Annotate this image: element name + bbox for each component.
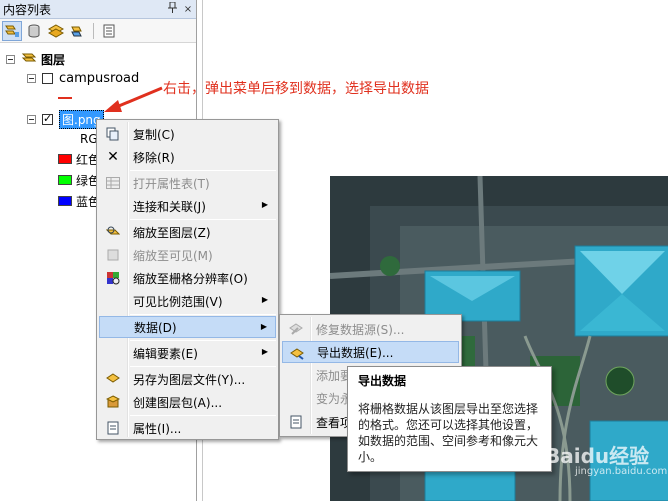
watermark-url: jingyan.baidu.com xyxy=(575,466,668,477)
submenu-arrow-icon: ▶ xyxy=(261,295,268,304)
list-by-source-icon[interactable] xyxy=(24,21,44,41)
annotation-text: 右击，弹出菜单后移到数据，选择导出数据 xyxy=(163,81,429,97)
list-by-drawing-order-icon[interactable] xyxy=(2,20,22,41)
remove-icon: ✕ xyxy=(107,149,119,165)
menu-item-label: 可见比例范围(V) xyxy=(133,294,223,309)
panel-title: 内容列表 xyxy=(3,2,52,17)
menu-separator xyxy=(130,340,276,341)
menu-separator xyxy=(130,314,276,315)
document-icon xyxy=(288,414,304,430)
menu-separator xyxy=(130,415,276,416)
menu-item-label: 缩放至图层(Z) xyxy=(133,225,211,240)
submenu-item-label: 导出数据(E)... xyxy=(317,345,394,360)
repair-data-source-icon xyxy=(288,321,304,337)
legend-item-red: 红色 xyxy=(58,150,100,168)
tree-root-layers[interactable]: 图层 xyxy=(6,50,65,68)
copy-icon xyxy=(105,126,121,142)
menu-item-label: 连接和关联(J) xyxy=(133,199,206,214)
list-by-selection-icon[interactable] xyxy=(68,21,88,41)
menu-item-zoom-to-raster-resolution[interactable]: 缩放至栅格分辨率(O) xyxy=(99,267,276,289)
menu-item-label: 缩放至栅格分辨率(O) xyxy=(133,271,248,286)
color-swatch xyxy=(58,175,72,185)
raster-resolution-icon xyxy=(105,270,121,286)
menu-item-label: 移除(R) xyxy=(133,150,175,165)
layer-package-icon xyxy=(105,394,121,410)
zoom-layer-icon xyxy=(105,224,121,240)
submenu-item-label: 修复数据源(S)... xyxy=(316,322,405,337)
toc-toolbar xyxy=(0,19,196,43)
submenu-arrow-icon: ▶ xyxy=(260,322,267,331)
menu-item-zoom-to-layer[interactable]: 缩放至图层(Z) xyxy=(99,221,276,243)
menu-item-label: 另存为图层文件(Y)... xyxy=(133,372,246,387)
watermark-logo: Baidu经验 xyxy=(545,444,650,468)
menu-item-label: 创建图层包(A)... xyxy=(133,395,223,410)
menu-item-data[interactable]: 数据(D) ▶ xyxy=(99,316,276,338)
menu-item-label: 打开属性表(T) xyxy=(133,176,210,191)
menu-separator xyxy=(130,170,276,171)
menu-item-label: 属性(I)... xyxy=(133,421,182,436)
annotation-arrow xyxy=(104,86,163,112)
menu-item-create-layer-package[interactable]: 创建图层包(A)... xyxy=(99,391,276,413)
color-swatch xyxy=(58,196,72,206)
menu-item-open-attribute-table: 打开属性表(T) xyxy=(99,172,276,194)
menu-item-edit-features[interactable]: 编辑要素(E) ▶ xyxy=(99,342,276,364)
line-symbol-icon xyxy=(58,97,72,99)
tooltip-body: 将栅格数据从该图层导出至您选择的格式。您还可以选择其他设置，如数据的范围、空间参… xyxy=(358,402,539,464)
menu-item-joins-relates[interactable]: 连接和关联(J) ▶ xyxy=(99,195,276,217)
menu-item-properties[interactable]: 属性(I)... xyxy=(99,417,276,439)
pin-icon[interactable] xyxy=(164,1,180,16)
rgb-label: RG xyxy=(80,132,98,146)
submenu-arrow-icon: ▶ xyxy=(261,347,268,356)
menu-item-remove[interactable]: ✕ 移除(R) xyxy=(99,146,276,168)
properties-icon xyxy=(105,420,121,436)
menu-item-save-as-layer-file[interactable]: 另存为图层文件(Y)... xyxy=(99,368,276,390)
menu-item-label: 数据(D) xyxy=(134,320,177,335)
menu-separator xyxy=(130,219,276,220)
export-data-icon xyxy=(289,345,305,361)
tooltip-title: 导出数据 xyxy=(358,374,407,388)
legend-item-blue: 蓝色 xyxy=(58,192,100,210)
menu-separator xyxy=(130,366,276,367)
root-label: 图层 xyxy=(41,52,66,67)
layer-image-png[interactable]: 图.png xyxy=(27,109,104,129)
legend-item-green: 绿色 xyxy=(58,171,100,189)
collapse-icon[interactable] xyxy=(27,114,36,124)
panel-titlebar: 内容列表 × xyxy=(0,0,196,19)
submenu-item-repair-data-source: 修复数据源(S)... xyxy=(282,318,459,340)
options-icon[interactable] xyxy=(99,21,119,41)
submenu-item-export-data[interactable]: 导出数据(E)... xyxy=(282,341,459,363)
toolbar-separator xyxy=(93,22,94,39)
menu-item-zoom-to-visible: 缩放至可见(M) xyxy=(99,244,276,266)
color-swatch xyxy=(58,154,72,164)
rgb-label-row: RG xyxy=(80,130,98,148)
table-icon xyxy=(105,175,121,191)
collapse-icon[interactable] xyxy=(27,73,36,83)
export-data-tooltip: 导出数据 将栅格数据从该图层导出至您选择的格式。您还可以选择其他设置，如数据的范… xyxy=(347,366,552,472)
layer-file-icon xyxy=(105,371,121,387)
menu-item-visible-scale-range[interactable]: 可见比例范围(V) ▶ xyxy=(99,290,276,312)
list-by-visibility-icon[interactable] xyxy=(46,21,66,41)
menu-item-label: 编辑要素(E) xyxy=(133,346,198,361)
submenu-arrow-icon: ▶ xyxy=(261,200,268,209)
close-icon[interactable]: × xyxy=(180,4,196,15)
collapse-icon[interactable] xyxy=(6,54,15,64)
layers-icon xyxy=(21,51,37,68)
menu-item-copy[interactable]: 复制(C) xyxy=(99,123,276,145)
menu-item-label: 缩放至可见(M) xyxy=(133,248,213,263)
layer-visibility-checkbox[interactable] xyxy=(42,72,53,84)
menu-item-label: 复制(C) xyxy=(133,127,175,142)
layer-context-menu: 复制(C) ✕ 移除(R) 打开属性表(T) 连接和关联(J) ▶ 缩放至图层(… xyxy=(96,119,279,440)
layer-visibility-checkbox[interactable] xyxy=(42,112,53,125)
zoom-visible-icon xyxy=(105,247,121,263)
